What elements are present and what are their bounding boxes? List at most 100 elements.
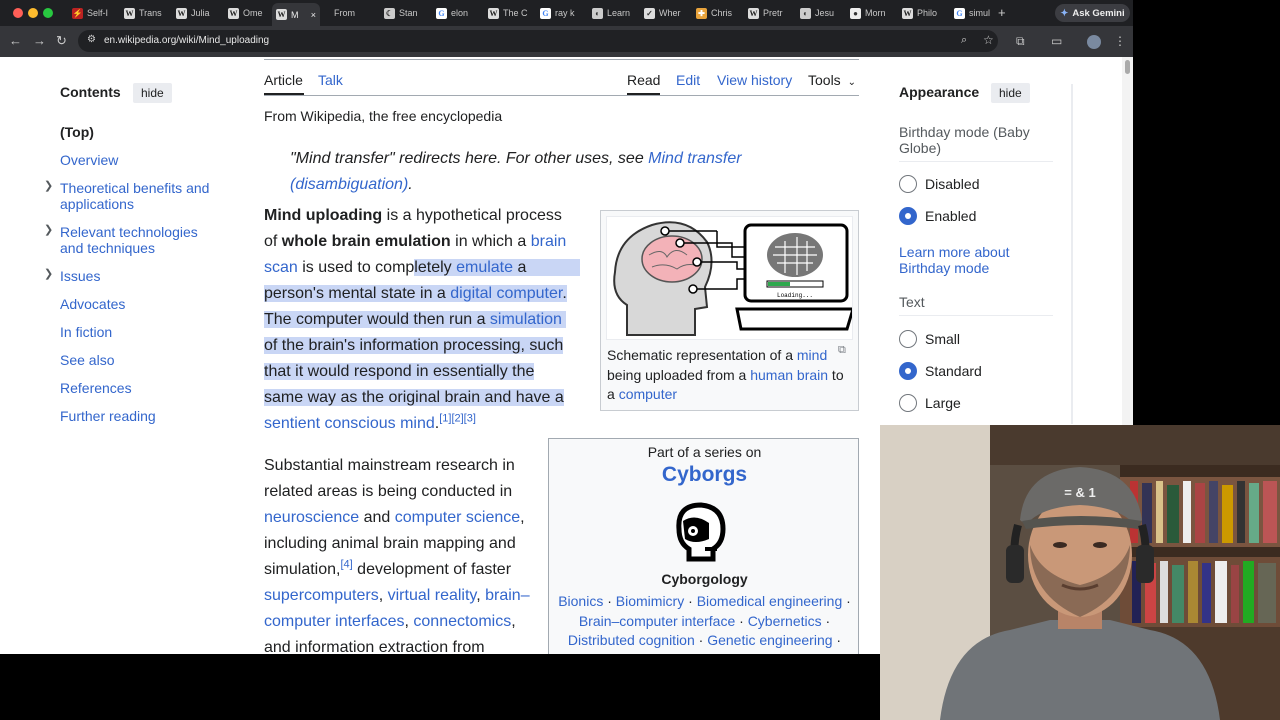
- radio-large[interactable]: Large: [899, 394, 961, 412]
- link-distributed-cognition[interactable]: Distributed cognition: [568, 632, 695, 648]
- address-bar[interactable]: ⚙ en.wikipedia.org/wiki/Mind_uploading ⌕…: [78, 30, 998, 52]
- browser-tab[interactable]: W Philo: [898, 3, 942, 23]
- browser-tab[interactable]: Gelon: [432, 3, 476, 23]
- link-bionics[interactable]: Bionics: [558, 593, 603, 609]
- link-supercomputers[interactable]: supercomputers: [264, 587, 379, 604]
- tab-talk[interactable]: Talk: [318, 72, 343, 88]
- more-menu-icon[interactable]: ⋮: [1114, 34, 1126, 48]
- link-human-brain[interactable]: human brain: [750, 367, 828, 383]
- radio-button[interactable]: [899, 330, 917, 348]
- browser-tab[interactable]: ✓ Wher: [640, 3, 684, 23]
- toc-item-issues[interactable]: Issues: [60, 268, 100, 284]
- learn-more-link[interactable]: Learn more about: [899, 244, 1010, 260]
- link-mind[interactable]: mind: [797, 347, 827, 363]
- radio-enabled[interactable]: Enabled: [899, 207, 976, 225]
- browser-tab[interactable]: Gray k: [536, 3, 580, 23]
- link-simulation[interactable]: simulation: [490, 311, 562, 328]
- tab-view-history[interactable]: View history: [717, 72, 792, 88]
- toc-item-theoretical-benefits-cont[interactable]: applications: [60, 196, 134, 212]
- toc-item-advocates[interactable]: Advocates: [60, 296, 125, 312]
- link-bci[interactable]: Brain–computer interface: [579, 613, 735, 629]
- link-sentient-conscious-mind[interactable]: sentient conscious mind: [264, 415, 435, 432]
- link-connectomics[interactable]: connectomics: [413, 613, 511, 630]
- minimize-window-button[interactable]: [28, 8, 38, 18]
- infobox-line-2: Brain–computer interface · Cybernetics ·: [549, 613, 860, 629]
- ask-gemini-button[interactable]: ✦ Ask Gemini: [1055, 4, 1130, 22]
- profile-avatar[interactable]: [1087, 35, 1101, 49]
- link-bci[interactable]: brain–: [485, 587, 529, 604]
- citation-refs[interactable]: [1][2][3]: [439, 413, 476, 425]
- link-virtual-reality[interactable]: virtual reality: [388, 587, 477, 604]
- browser-tab[interactable]: ☾ Stan: [380, 3, 424, 23]
- link-biomimicry[interactable]: Biomimicry: [616, 593, 684, 609]
- radio-button[interactable]: [899, 175, 917, 193]
- browser-tab[interactable]: ◐ Jesu: [796, 3, 840, 23]
- bookmark-star-icon[interactable]: ☆: [983, 33, 994, 47]
- browser-tab[interactable]: ● Morn: [846, 3, 890, 23]
- site-info-icon[interactable]: ⚙: [87, 34, 96, 45]
- link-neuroscience[interactable]: neuroscience: [264, 509, 359, 526]
- link-digital-computer[interactable]: digital computer: [450, 285, 562, 302]
- cyborg-head-icon[interactable]: [665, 499, 733, 567]
- radio-small[interactable]: Small: [899, 330, 960, 348]
- browser-tab[interactable]: ⚡ Self-I: [68, 3, 112, 23]
- reload-icon[interactable]: ↻: [56, 33, 67, 49]
- toc-item-overview[interactable]: Overview: [60, 152, 118, 168]
- chevron-right-icon[interactable]: ❯: [44, 179, 53, 192]
- appearance-hide-button[interactable]: hide: [991, 83, 1030, 103]
- chevron-right-icon[interactable]: ❯: [44, 267, 53, 280]
- infobox-title-link[interactable]: Cyborgs: [549, 463, 860, 487]
- browser-tab[interactable]: ◐ Learn: [588, 3, 632, 23]
- browser-tab[interactable]: W Pretr: [744, 3, 788, 23]
- browser-tab[interactable]: From: [330, 3, 370, 23]
- browser-tab[interactable]: W M ×: [272, 3, 320, 26]
- toc-item-see-also[interactable]: See also: [60, 352, 114, 368]
- tab-edit[interactable]: Edit: [676, 72, 700, 88]
- browser-tab[interactable]: W The C: [484, 3, 528, 23]
- browser-tab[interactable]: ✚ Chris: [692, 3, 736, 23]
- side-panel-icon[interactable]: ▭: [1051, 34, 1062, 48]
- extensions-icon[interactable]: ⧉: [1016, 34, 1025, 48]
- radio-button-selected[interactable]: [899, 207, 917, 225]
- link-computer[interactable]: computer: [619, 386, 677, 402]
- browser-tab[interactable]: W Trans: [120, 3, 164, 23]
- close-window-button[interactable]: [13, 8, 23, 18]
- back-arrow-icon[interactable]: ←: [9, 33, 22, 49]
- link-brain-scan[interactable]: scan: [264, 259, 298, 276]
- learn-more-link-cont[interactable]: Birthday mode: [899, 260, 989, 276]
- tab-article[interactable]: Article: [264, 72, 303, 88]
- radio-standard[interactable]: Standard: [899, 362, 982, 380]
- toc-item-relevant-technologies-cont[interactable]: and techniques: [60, 240, 155, 256]
- chevron-right-icon[interactable]: ❯: [44, 223, 53, 236]
- mind-upload-diagram[interactable]: Loading...: [606, 216, 856, 340]
- close-tab-icon[interactable]: ×: [311, 10, 316, 20]
- browser-tab[interactable]: Gsimul: [950, 3, 994, 23]
- link-bci[interactable]: computer interfaces: [264, 613, 405, 630]
- link-genetic-engineering[interactable]: Genetic engineering: [707, 632, 832, 648]
- toc-item-relevant-technologies[interactable]: Relevant technologies: [60, 224, 198, 240]
- toc-item-top[interactable]: (Top): [60, 124, 94, 140]
- link-computer-science[interactable]: computer science: [395, 509, 520, 526]
- new-tab-button[interactable]: +: [998, 5, 1006, 20]
- toc-item-references[interactable]: References: [60, 380, 132, 396]
- link-brain-scan[interactable]: brain: [531, 233, 567, 250]
- link-emulate[interactable]: emulate: [456, 259, 513, 276]
- radio-disabled[interactable]: Disabled: [899, 175, 979, 193]
- forward-arrow-icon[interactable]: →: [33, 33, 46, 49]
- link-cybernetics[interactable]: Cybernetics: [748, 613, 822, 629]
- citation-ref[interactable]: [4]: [340, 559, 352, 571]
- toc-hide-button[interactable]: hide: [133, 83, 172, 103]
- browser-tab[interactable]: W Julia: [172, 3, 216, 23]
- toc-item-in-fiction[interactable]: In fiction: [60, 324, 112, 340]
- maximize-window-button[interactable]: [43, 8, 53, 18]
- tools-menu[interactable]: Tools ⌄: [808, 72, 856, 88]
- zoom-icon[interactable]: ⌕: [961, 34, 967, 47]
- browser-tab[interactable]: W Ome: [224, 3, 268, 23]
- scrollbar-thumb[interactable]: [1125, 60, 1130, 74]
- radio-button-selected[interactable]: [899, 362, 917, 380]
- radio-button[interactable]: [899, 394, 917, 412]
- toc-item-theoretical-benefits[interactable]: Theoretical benefits and: [60, 180, 209, 196]
- link-biomedical-engineering[interactable]: Biomedical engineering: [697, 593, 843, 609]
- toc-item-further-reading[interactable]: Further reading: [60, 408, 156, 424]
- tab-read[interactable]: Read: [627, 72, 660, 88]
